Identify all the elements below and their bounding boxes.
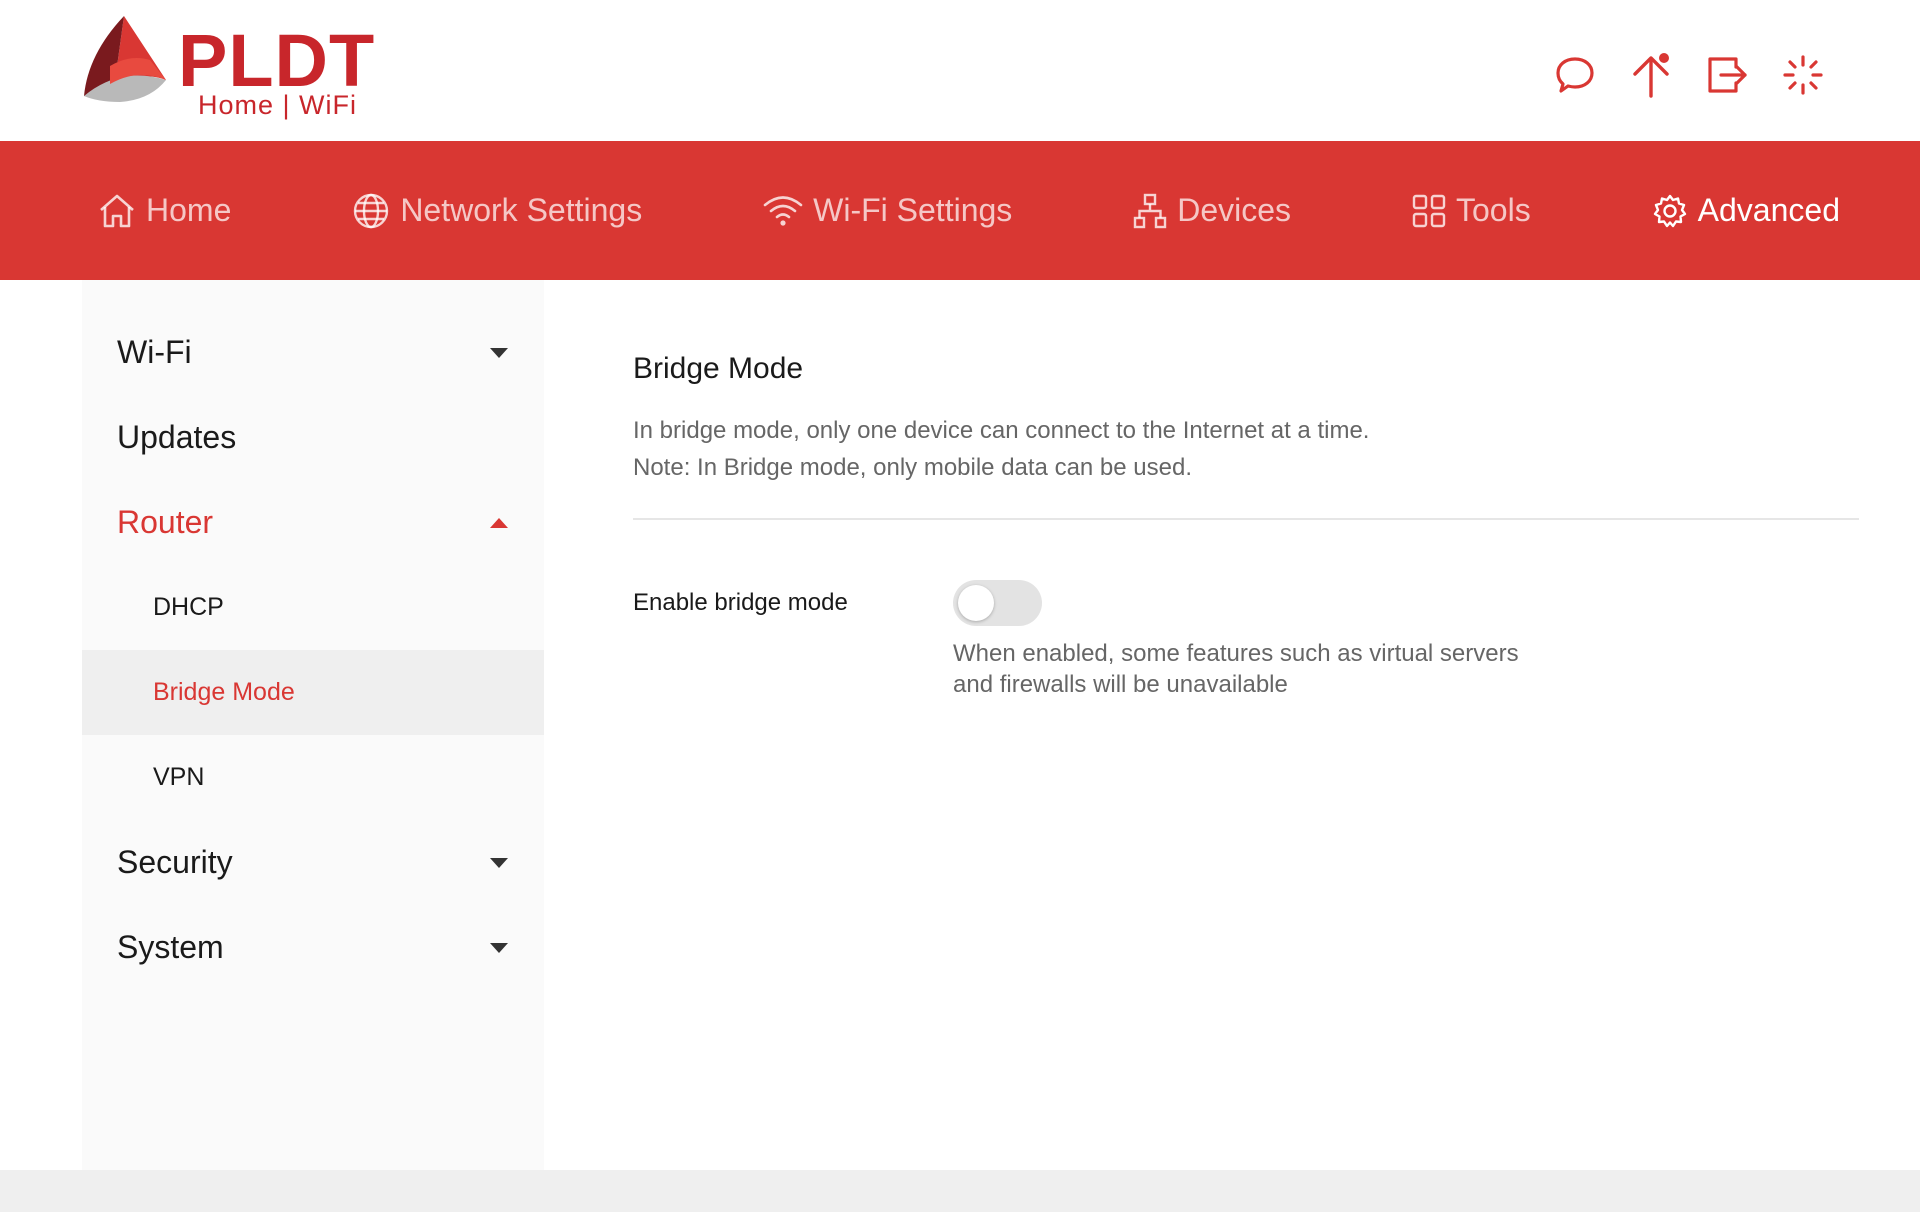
section-divider	[633, 518, 1859, 520]
header-actions	[1554, 52, 1824, 98]
page-title: Bridge Mode	[633, 352, 804, 385]
nav-network-settings[interactable]: Network Settings	[352, 192, 642, 230]
sidebar-item-updates[interactable]: Updates	[82, 395, 544, 480]
pldt-logo[interactable]: PLDT Home | WiFi	[80, 14, 380, 124]
logo-wordmark: PLDT	[178, 19, 376, 102]
bridge-mode-hint: When enabled, some features such as virt…	[953, 638, 1593, 700]
toggle-knob	[958, 585, 994, 621]
sidebar: Wi-Fi Updates Router DHCP Bridge Mode VP…	[82, 280, 544, 1170]
nav-tools[interactable]: Tools	[1412, 192, 1531, 229]
nav-wifi-settings[interactable]: Wi-Fi Settings	[763, 192, 1012, 229]
tools-icon	[1412, 194, 1446, 227]
description-line: In bridge mode, only one device can conn…	[633, 417, 1370, 444]
loading-icon	[1782, 52, 1824, 98]
chevron-down-icon	[490, 347, 508, 358]
hint-line: and firewalls will be unavailable	[953, 671, 1288, 698]
sidebar-item-router[interactable]: Router	[82, 480, 544, 565]
chevron-down-icon	[490, 857, 508, 868]
nav-label: Wi-Fi Settings	[813, 192, 1013, 228]
sidebar-item-label: Router	[117, 504, 214, 540]
home-icon	[100, 194, 134, 227]
nav-label: Advanced	[1697, 192, 1840, 228]
wifi-icon	[763, 195, 803, 226]
page-description: In bridge mode, only one device can conn…	[633, 412, 1369, 486]
sidebar-subitem-dhcp[interactable]: DHCP	[82, 565, 544, 650]
sidebar-item-security[interactable]: Security	[82, 820, 544, 905]
main-nav: Home Network Settings Wi-Fi Settings Dev…	[0, 141, 1920, 280]
nav-label: Home	[146, 192, 232, 228]
globe-icon	[354, 193, 389, 228]
pldt-logo-mark-icon	[84, 16, 166, 102]
app-header: PLDT Home | WiFi	[0, 0, 1920, 141]
chevron-up-icon	[490, 517, 508, 528]
note-line: Note: In Bridge mode, only mobile data c…	[633, 454, 1193, 481]
sidebar-item-system[interactable]: System	[82, 905, 544, 990]
nav-label: Tools	[1456, 192, 1531, 228]
main-content: Bridge Mode In bridge mode, only one dev…	[633, 280, 1859, 1170]
sidebar-subitem-label: DHCP	[153, 593, 224, 621]
nav-devices[interactable]: Devices	[1133, 192, 1291, 229]
sidebar-item-label: Updates	[117, 419, 237, 455]
chat-icon[interactable]	[1554, 52, 1596, 98]
sidebar-item-label: Wi-Fi	[117, 334, 192, 370]
sidebar-item-label: System	[117, 929, 224, 965]
nav-label: Devices	[1177, 192, 1292, 228]
gear-icon	[1653, 194, 1686, 227]
chevron-down-icon	[490, 942, 508, 953]
sidebar-subitem-label: VPN	[153, 763, 205, 791]
hint-line: When enabled, some features such as virt…	[953, 640, 1519, 667]
logout-icon[interactable]	[1706, 52, 1748, 98]
sidebar-item-label: Security	[117, 844, 233, 880]
update-icon[interactable]	[1630, 52, 1672, 98]
page-footer	[0, 1170, 1920, 1212]
nav-advanced[interactable]: Advanced	[1652, 192, 1840, 229]
nav-label: Network Settings	[400, 192, 643, 228]
sidebar-subitem-bridge-mode[interactable]: Bridge Mode	[82, 650, 544, 735]
nav-home[interactable]: Home	[98, 192, 231, 229]
sidebar-subitem-label: Bridge Mode	[153, 678, 295, 706]
sidebar-item-wifi[interactable]: Wi-Fi	[82, 310, 544, 395]
sidebar-subitem-vpn[interactable]: VPN	[82, 735, 544, 820]
bridge-mode-toggle[interactable]	[953, 580, 1042, 626]
logo-tagline: Home | WiFi	[198, 90, 358, 120]
bridge-mode-label: Enable bridge mode	[633, 589, 848, 616]
devices-icon	[1134, 193, 1167, 228]
